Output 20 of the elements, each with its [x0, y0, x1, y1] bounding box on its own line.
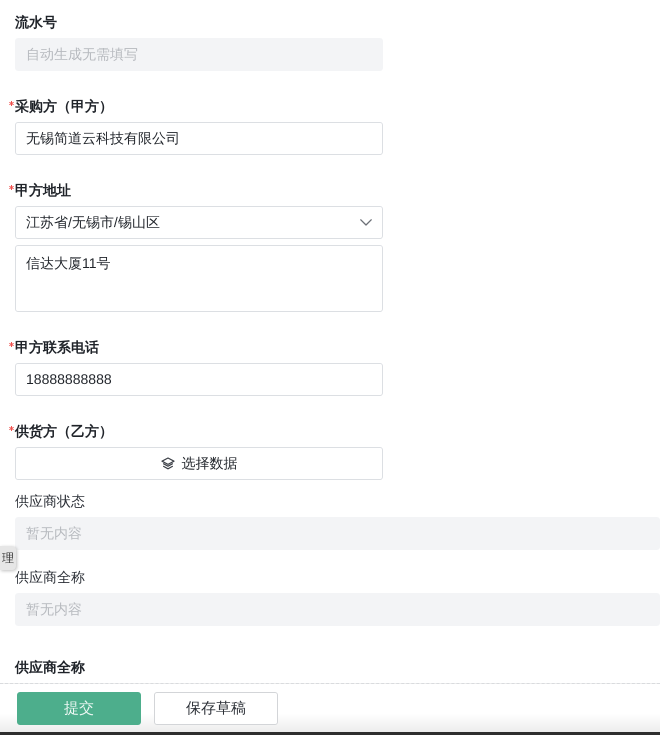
- field-label: 供货方（乙方）: [15, 422, 113, 441]
- readonly-field: 暂无内容: [15, 593, 660, 626]
- text-input[interactable]: 18888888888: [15, 363, 383, 396]
- readonly-field: 暂无内容: [15, 517, 660, 550]
- field-label: 供应商状态: [15, 492, 85, 511]
- select-data-button[interactable]: 选择数据: [15, 447, 383, 480]
- field-label: 采购方（甲方）: [15, 97, 113, 116]
- chevron-down-icon: [360, 219, 372, 226]
- side-tab[interactable]: 理: [0, 546, 16, 570]
- field-label: 甲方地址: [15, 181, 71, 200]
- field-label: 供应商全称: [15, 568, 85, 587]
- text-input[interactable]: 无锡简道云科技有限公司: [15, 122, 383, 155]
- region-select[interactable]: 江苏省/无锡市/锡山区: [15, 206, 383, 239]
- field-label: 甲方联系电话: [15, 338, 99, 357]
- field-label: 供应商全称: [15, 658, 85, 677]
- readonly-field: 自动生成无需填写: [15, 38, 383, 71]
- save-draft-button[interactable]: 保存草稿: [154, 692, 278, 725]
- layers-icon: [160, 457, 174, 470]
- address-textarea[interactable]: 信达大厦11号: [15, 245, 383, 312]
- field-label: 流水号: [15, 13, 57, 32]
